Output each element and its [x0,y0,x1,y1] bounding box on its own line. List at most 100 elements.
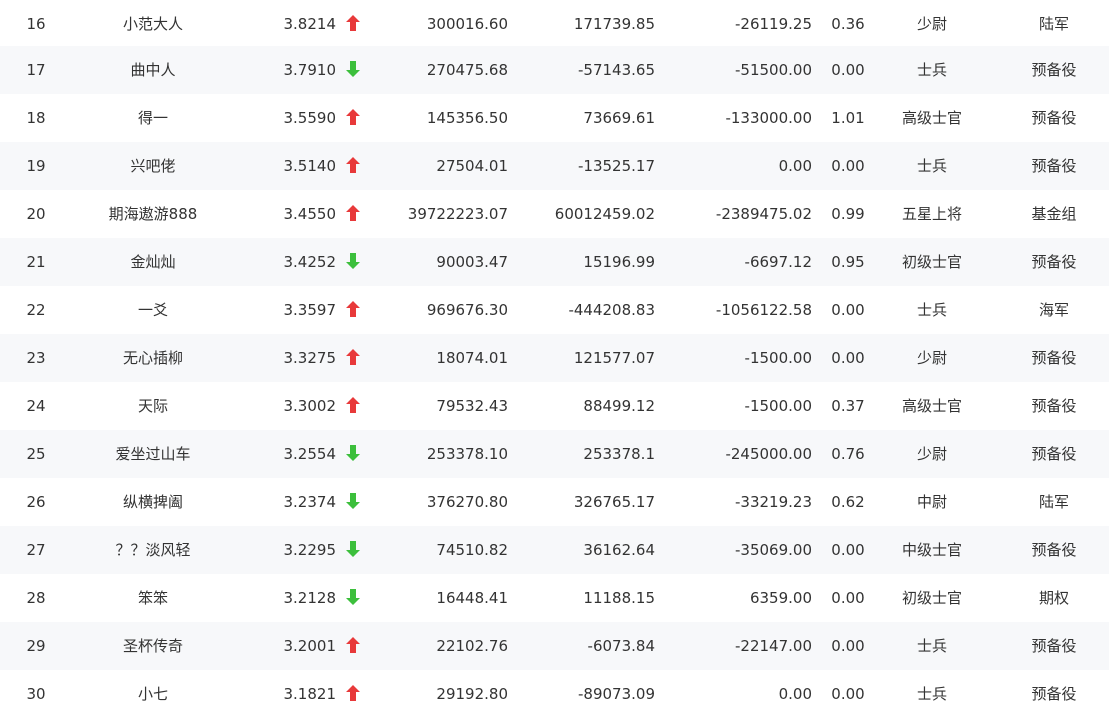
arrow-up-icon [344,286,362,334]
value-b-cell: 36162.64 [583,541,655,559]
arrow-up-icon [344,94,362,142]
score-cell: 3.3597 [283,301,337,319]
name-cell: ？？淡风轻 [115,541,191,559]
value-b-cell: 253378.1 [583,445,655,463]
rank-cell: 23 [26,349,46,367]
group-cell: 预备役 [1031,253,1077,271]
name-cell: 一爻 [137,301,168,319]
rank-title-cell: 士兵 [916,61,947,79]
score-cell: 3.5140 [283,157,337,175]
value-c-cell: -1500.00 [744,349,812,367]
arrow-down-icon [344,574,362,622]
name-cell: 小范大人 [122,15,183,33]
group-cell: 预备役 [1031,397,1077,415]
group-cell: 陆军 [1038,15,1069,33]
group-cell: 预备役 [1031,349,1077,367]
ratio-cell: 0.00 [831,301,865,319]
value-c-cell: -26119.25 [735,15,812,33]
ratio-cell: 0.95 [831,253,865,271]
table-row: 16 小范大人 3.8214 300016.60 171739.85 -26119.25 0… [0,0,1109,48]
rank-title-cell: 士兵 [916,685,947,703]
ratio-cell: 0.62 [831,493,865,511]
rank-title-cell: 少尉 [916,15,947,33]
table-row: 29 圣杯传奇 3.2001 22102.76 -6073.84 -22147.00 0.0… [0,622,1109,670]
value-b-cell: 88499.12 [583,397,655,415]
table-row: 26 纵横捭阖 3.2374 376270.80 326765.17 -33219.23 0… [0,478,1109,526]
name-cell: 小七 [137,685,168,703]
score-cell: 3.4550 [283,205,337,223]
value-c-cell: -51500.00 [735,61,812,79]
rank-cell: 21 [26,253,46,271]
value-c-cell: -2389475.02 [715,205,812,223]
value-a-cell: 39722223.07 [407,205,508,223]
ratio-cell: 0.00 [831,349,865,367]
group-cell: 海军 [1038,301,1069,319]
value-b-cell: 326765.17 [573,493,655,511]
arrow-up-icon [344,670,362,718]
group-cell: 预备役 [1031,685,1077,703]
name-cell: 无心插柳 [122,349,183,367]
score-cell: 3.8214 [283,15,337,33]
rank-cell: 28 [26,589,46,607]
ratio-cell: 0.36 [831,15,865,33]
arrow-down-icon [344,46,362,94]
value-a-cell: 270475.68 [426,61,508,79]
rank-cell: 19 [26,157,46,175]
table-row: 17 曲中人 3.7910 270475.68 -57143.65 -51500.00 0.… [0,46,1109,94]
score-cell: 3.4252 [283,253,337,271]
rank-cell: 16 [26,15,46,33]
score-cell: 3.2001 [283,637,337,655]
ratio-cell: 1.01 [831,109,865,127]
rank-cell: 18 [26,109,46,127]
value-a-cell: 90003.47 [436,253,508,271]
ratio-cell: 0.00 [831,589,865,607]
value-a-cell: 79532.43 [436,397,508,415]
table-row: 19 兴吧佬 3.5140 27504.01 -13525.17 0.00 0.00 士兵 预备… [0,142,1109,190]
arrow-up-icon [344,622,362,670]
name-cell: 期海遨游888 [108,205,198,223]
arrow-up-icon [344,334,362,382]
value-a-cell: 16448.41 [436,589,508,607]
rank-title-cell: 士兵 [916,301,947,319]
table-row: 21 金灿灿 3.4252 90003.47 15196.99 -6697.12 0.95 初… [0,238,1109,286]
name-cell: 爱坐过山车 [115,445,191,463]
arrow-down-icon [344,238,362,286]
value-a-cell: 18074.01 [436,349,508,367]
group-cell: 预备役 [1031,61,1077,79]
score-cell: 3.2295 [283,541,337,559]
ratio-cell: 0.00 [831,157,865,175]
rank-title-cell: 初级士官 [901,253,962,271]
name-cell: 曲中人 [130,61,176,79]
rank-cell: 25 [26,445,46,463]
name-cell: 纵横捭阖 [122,493,183,511]
name-cell: 笨笨 [137,589,168,607]
score-cell: 3.1821 [283,685,337,703]
rank-title-cell: 士兵 [916,637,947,655]
value-c-cell: -245000.00 [725,445,812,463]
value-b-cell: -57143.65 [578,61,655,79]
value-b-cell: -89073.09 [578,685,655,703]
value-a-cell: 145356.50 [426,109,508,127]
value-c-cell: -33219.23 [735,493,812,511]
table-row: 25 爱坐过山车 3.2554 253378.10 253378.1 -245000.00… [0,430,1109,478]
table-row: 23 无心插柳 3.3275 18074.01 121577.07 -1500.00 0.0… [0,334,1109,382]
value-a-cell: 376270.80 [426,493,508,511]
table-row: 28 笨笨 3.2128 16448.41 11188.15 6359.00 0.00 初级士… [0,574,1109,622]
arrow-up-icon [344,190,362,238]
value-c-cell: -35069.00 [735,541,812,559]
value-c-cell: -22147.00 [735,637,812,655]
rank-title-cell: 中级士官 [901,541,962,559]
rank-cell: 29 [26,637,46,655]
value-b-cell: 15196.99 [583,253,655,271]
score-cell: 3.2374 [283,493,337,511]
arrow-down-icon [344,526,362,574]
value-c-cell: -133000.00 [725,109,812,127]
value-a-cell: 27504.01 [436,157,508,175]
value-b-cell: 60012459.02 [554,205,655,223]
arrow-up-icon [344,0,362,48]
arrow-up-icon [344,142,362,190]
rank-cell: 26 [26,493,46,511]
table-row: 27 ？？淡风轻 3.2295 74510.82 36162.64 -35069.00 0.… [0,526,1109,574]
rank-title-cell: 高级士官 [901,397,962,415]
rank-title-cell: 士兵 [916,157,947,175]
